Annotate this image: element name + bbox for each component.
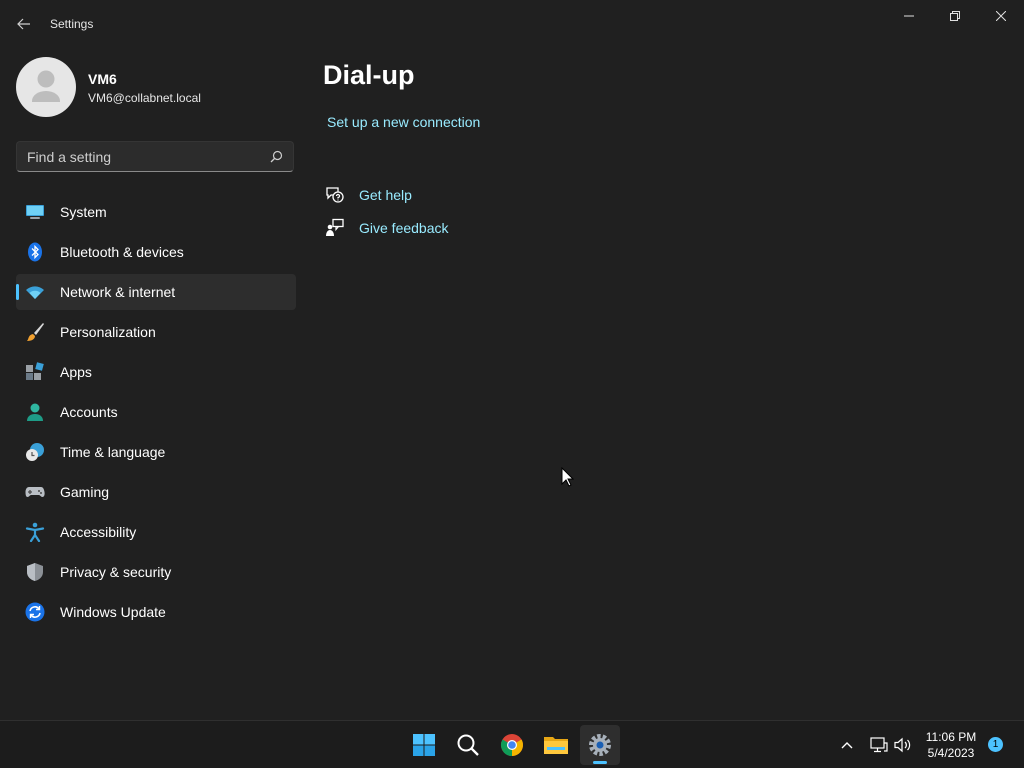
volume-icon <box>894 737 911 753</box>
search-icon <box>457 734 479 756</box>
sidebar-item-privacy[interactable]: Privacy & security <box>16 554 296 590</box>
person-icon <box>27 403 43 421</box>
restore-button[interactable] <box>932 0 978 32</box>
title-bar: Settings <box>0 0 1024 48</box>
sidebar-item-label: Apps <box>60 364 92 380</box>
ethernet-icon <box>870 737 888 753</box>
settings-icon <box>589 734 611 756</box>
taskbar-search-button[interactable] <box>448 725 488 765</box>
file-explorer-icon <box>544 737 568 754</box>
back-arrow-icon <box>17 18 30 30</box>
back-button[interactable] <box>10 10 38 38</box>
sidebar-item-gaming[interactable]: Gaming <box>16 474 296 510</box>
sidebar-item-label: Privacy & security <box>60 564 172 580</box>
give-feedback-label: Give feedback <box>359 220 449 236</box>
sidebar-item-accessibility[interactable]: Accessibility <box>16 514 296 550</box>
show-hidden-icons-button[interactable] <box>837 735 857 755</box>
sidebar-item-network[interactable]: Network & internet <box>16 274 296 310</box>
page-title: Dial-up <box>323 60 415 90</box>
sidebar-item-label: System <box>60 204 107 220</box>
avatar-person-icon <box>32 70 60 102</box>
minimize-icon <box>904 15 914 17</box>
sidebar-item-label: Accounts <box>60 404 118 420</box>
bluetooth-icon <box>28 242 42 262</box>
sidebar-item-label: Time & language <box>60 444 166 460</box>
taskbar-file-explorer-button[interactable] <box>536 725 576 765</box>
update-icon <box>25 602 45 622</box>
sidebar-item-bluetooth[interactable]: Bluetooth & devices <box>16 234 296 270</box>
chrome-icon <box>501 734 523 756</box>
clock[interactable]: 11:06 PM 5/4/2023 <box>918 729 984 761</box>
sidebar-item-system[interactable]: System <box>16 194 296 230</box>
close-icon <box>996 11 1006 21</box>
sidebar-item-personalization[interactable]: Personalization <box>16 314 296 350</box>
clock-globe-icon <box>26 443 44 461</box>
sidebar-item-time-language[interactable]: Time & language <box>16 434 296 470</box>
mouse-cursor-icon <box>561 467 574 487</box>
taskbar: 11:06 PM 5/4/2023 1 <box>0 720 1024 768</box>
search-icon <box>270 150 283 163</box>
avatar <box>16 57 76 117</box>
chevron-up-icon <box>841 742 853 749</box>
clock-time: 11:06 PM <box>925 730 977 744</box>
accessibility-icon <box>25 522 45 542</box>
network-status-button[interactable] <box>869 735 889 755</box>
apps-icon <box>26 362 44 380</box>
search-input[interactable] <box>27 142 257 171</box>
system-icon <box>26 205 44 219</box>
brush-icon <box>27 323 44 341</box>
sidebar-nav: System Bluetooth & devices Network & int… <box>16 194 296 634</box>
sidebar-item-apps[interactable]: Apps <box>16 354 296 390</box>
minimize-button[interactable] <box>886 0 932 32</box>
sidebar-item-accounts[interactable]: Accounts <box>16 394 296 430</box>
get-help-label: Get help <box>359 187 412 203</box>
active-app-indicator <box>593 761 607 764</box>
clock-date: 5/4/2023 <box>927 746 975 760</box>
start-icon <box>413 734 435 756</box>
volume-button[interactable] <box>893 735 913 755</box>
sidebar-item-windows-update[interactable]: Windows Update <box>16 594 296 630</box>
start-button[interactable] <box>404 725 444 765</box>
gamepad-icon <box>25 487 45 497</box>
restore-icon <box>950 11 960 21</box>
feedback-icon <box>326 218 344 236</box>
sidebar-item-label: Windows Update <box>60 604 166 620</box>
user-email: VM6@collabnet.local <box>88 91 201 105</box>
sidebar-item-label: Gaming <box>60 484 110 500</box>
user-name: VM6 <box>88 71 117 87</box>
sidebar-item-label: Accessibility <box>60 524 137 540</box>
notification-badge[interactable]: 1 <box>988 737 1003 752</box>
wifi-icon <box>26 286 44 299</box>
taskbar-chrome-button[interactable] <box>492 725 532 765</box>
close-button[interactable] <box>978 0 1024 32</box>
search-box[interactable] <box>16 141 294 172</box>
setup-new-connection-link[interactable]: Set up a new connection <box>327 114 480 130</box>
sidebar-item-label: Network & internet <box>60 284 176 300</box>
sidebar-item-label: Bluetooth & devices <box>60 244 184 260</box>
taskbar-settings-button[interactable] <box>580 725 620 765</box>
sidebar-item-label: Personalization <box>60 324 156 340</box>
help-chat-icon <box>326 187 344 203</box>
app-title: Settings <box>50 17 94 31</box>
selection-indicator <box>16 284 19 300</box>
shield-icon <box>27 563 43 581</box>
